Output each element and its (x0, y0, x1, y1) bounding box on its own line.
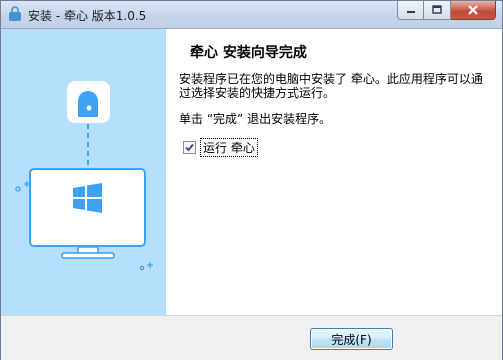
app-icon (9, 6, 21, 21)
caption-buttons (397, 1, 496, 20)
setup-illustration (15, 81, 153, 271)
lock-icon (67, 81, 110, 123)
wizard-content: 牵心 安装向导完成 安装程序已在您的电脑中安装了 牵心。此应用程序可以通过选择安… (1, 29, 502, 315)
minimize-button[interactable] (397, 1, 424, 20)
close-icon (468, 5, 478, 15)
maximize-button[interactable] (424, 1, 451, 20)
button-bar: 完成(F) (1, 315, 502, 360)
run-checkbox[interactable] (183, 141, 196, 154)
finish-button[interactable]: 完成(F) (310, 328, 393, 350)
check-icon (185, 143, 194, 152)
close-button[interactable] (451, 1, 496, 20)
run-option[interactable]: 运行 牵心 (183, 138, 258, 157)
finish-instruction: 单击 “完成” 退出安装程序。 (179, 112, 332, 126)
run-checkbox-label[interactable]: 运行 牵心 (200, 138, 258, 157)
maximize-icon (432, 5, 442, 14)
completion-description: 安装程序已在您的电脑中安装了 牵心。此应用程序可以通过选择安装的快捷方式运行。 (179, 72, 483, 100)
monitor-icon (29, 168, 146, 259)
minimize-icon (406, 11, 415, 13)
side-panel (1, 29, 166, 315)
installer-window: 安装 - 牵心 版本1.0.5 牵心 安装向导完成 安装程序已在您的电脑中安装了… (0, 0, 503, 360)
window-title: 安装 - 牵心 版本1.0.5 (28, 9, 147, 23)
title-bar[interactable]: 安装 - 牵心 版本1.0.5 (1, 1, 502, 29)
page-title: 牵心 安装向导完成 (190, 45, 307, 61)
